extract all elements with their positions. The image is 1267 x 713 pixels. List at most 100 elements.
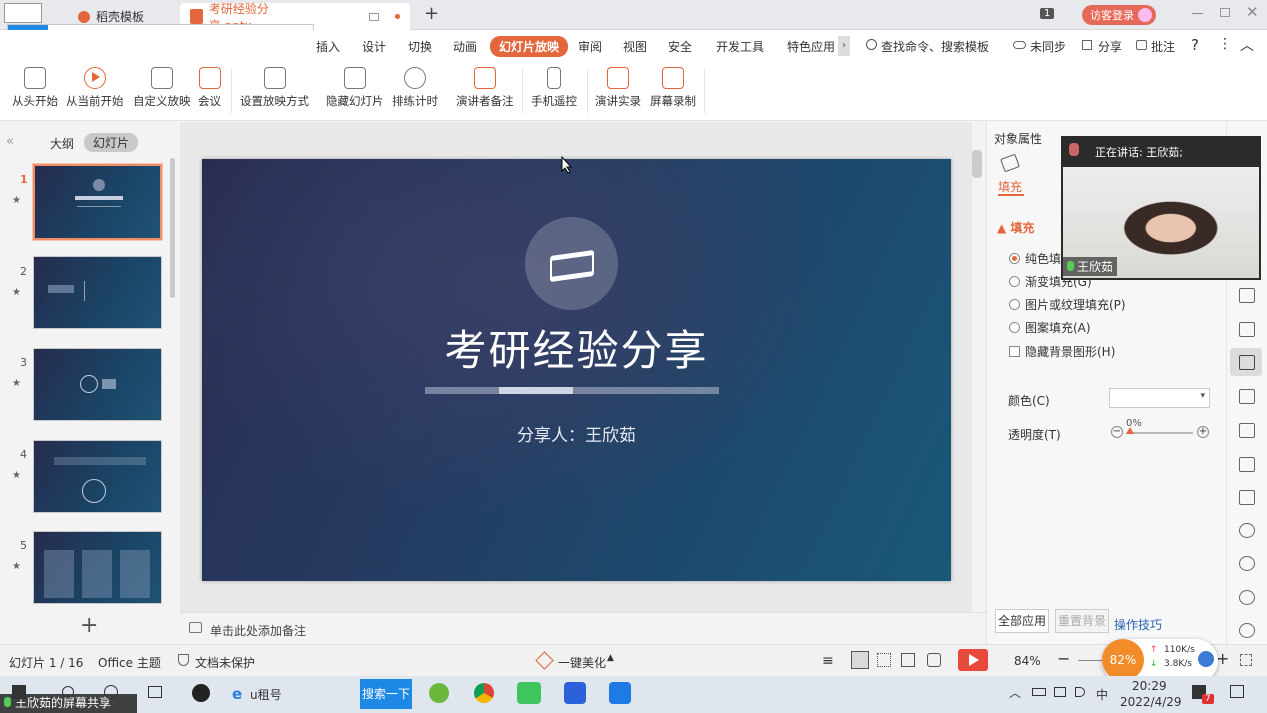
tab-developer[interactable]: 开发工具 bbox=[716, 38, 764, 55]
picture-fill-option[interactable]: 图片或纹理填充(P) bbox=[1009, 296, 1126, 313]
add-slide-button[interactable]: + bbox=[80, 613, 98, 638]
style-icon[interactable] bbox=[1239, 288, 1255, 303]
show-setup-button[interactable]: 设置放映方式 bbox=[240, 67, 309, 109]
video-call-overlay[interactable]: 正在讲话: 王欣茹; 王欣茹 bbox=[1061, 136, 1261, 280]
from-current-button[interactable]: 从当前开始 bbox=[66, 67, 124, 109]
record-lecture-button[interactable]: 演讲实录 bbox=[595, 67, 641, 109]
tab-transition[interactable]: 切换 bbox=[408, 38, 432, 55]
notes-view-icon[interactable]: ≡ bbox=[822, 653, 834, 669]
comment-button[interactable]: 批注 bbox=[1151, 38, 1175, 55]
tencent-meeting-icon[interactable] bbox=[609, 682, 631, 704]
notes-bar[interactable]: 单击此处添加备注 bbox=[180, 612, 986, 644]
windows-start-icon[interactable] bbox=[12, 685, 26, 699]
zoom-in-button[interactable]: + bbox=[1216, 649, 1229, 668]
restore-button[interactable] bbox=[1220, 8, 1230, 17]
current-slide[interactable]: 考研经验分享 分享人：王欣茹 bbox=[202, 159, 951, 581]
wps-icon[interactable] bbox=[564, 682, 586, 704]
transparency-plus-button[interactable]: + bbox=[1197, 426, 1209, 438]
box-icon[interactable] bbox=[1239, 457, 1255, 472]
browser-green-icon[interactable] bbox=[429, 683, 449, 703]
tab-animation[interactable]: 动画 bbox=[453, 38, 477, 55]
custom-show-button[interactable]: 自定义放映 bbox=[133, 67, 191, 109]
ribbon-more-icon[interactable]: › bbox=[838, 36, 850, 56]
tab-review[interactable]: 审阅 bbox=[578, 38, 602, 55]
play-slideshow-button[interactable] bbox=[958, 649, 988, 671]
pattern-fill-option[interactable]: 图案填充(A) bbox=[1009, 319, 1091, 336]
cortana-icon[interactable] bbox=[104, 685, 118, 699]
history-icon[interactable] bbox=[1239, 590, 1255, 605]
shield-icon[interactable] bbox=[1239, 556, 1255, 571]
share-button[interactable]: 分享 bbox=[1098, 38, 1122, 55]
rehearse-timing-button[interactable]: 排练计时 bbox=[392, 67, 438, 109]
beautify-dropdown-icon[interactable]: ▲ bbox=[607, 653, 614, 663]
clock-date[interactable]: 2022/4/29 bbox=[1120, 695, 1182, 709]
slide-thumbnail-3[interactable] bbox=[33, 348, 162, 421]
network-icon[interactable] bbox=[1054, 687, 1066, 697]
vertical-scrollbar[interactable] bbox=[972, 150, 982, 178]
phone-remote-button[interactable]: 手机遥控 bbox=[531, 67, 577, 109]
screen-record-button[interactable]: 屏幕录制 bbox=[650, 67, 696, 109]
audio-icon[interactable] bbox=[1239, 523, 1255, 538]
presenter-view-icon[interactable] bbox=[927, 653, 941, 667]
transparency-minus-button[interactable]: − bbox=[1111, 426, 1123, 438]
slides-tab[interactable]: 幻灯片 bbox=[84, 133, 139, 152]
volume-icon[interactable] bbox=[1075, 687, 1085, 697]
close-button[interactable]: ✕ bbox=[1246, 3, 1259, 21]
chrome-icon[interactable] bbox=[474, 683, 494, 703]
chart-icon[interactable] bbox=[1239, 322, 1255, 337]
theme-name[interactable]: Office 主题 bbox=[98, 654, 161, 671]
tab-design[interactable]: 设计 bbox=[362, 38, 386, 55]
outline-tab[interactable]: 大纲 bbox=[50, 135, 74, 152]
slide-thumbnail-2[interactable] bbox=[33, 256, 162, 329]
beautify-button[interactable]: 一键美化 bbox=[558, 654, 606, 671]
zoom-level[interactable]: 84% bbox=[1014, 654, 1041, 668]
presenter-text[interactable]: 分享人：王欣茹 bbox=[202, 421, 951, 446]
slide-thumbnail-4[interactable] bbox=[33, 440, 162, 513]
wechat-icon[interactable] bbox=[517, 682, 541, 704]
new-tab-button[interactable]: + bbox=[424, 3, 439, 24]
collapse-panel-icon[interactable]: « bbox=[6, 134, 14, 149]
tray-expand-icon[interactable]: ︿ bbox=[1009, 684, 1021, 701]
tips-link[interactable]: 操作技巧 bbox=[1114, 616, 1162, 633]
hide-slide-button[interactable]: 隐藏幻灯片 bbox=[326, 67, 384, 109]
tab-slideshow[interactable]: 幻灯片放映 bbox=[490, 36, 569, 57]
battery-icon[interactable] bbox=[1032, 688, 1046, 696]
properties-header[interactable]: 对象属性 bbox=[994, 130, 1042, 147]
image-icon[interactable] bbox=[1239, 490, 1255, 505]
reset-background-button[interactable]: 重置背景 bbox=[1055, 609, 1109, 633]
minimize-button[interactable] bbox=[1192, 13, 1203, 14]
tab-features[interactable]: 特色应用 bbox=[787, 38, 835, 55]
protection-status[interactable]: 文档未保护 bbox=[195, 654, 255, 671]
action-center-icon[interactable] bbox=[1230, 685, 1244, 698]
properties-icon[interactable] bbox=[1239, 355, 1255, 370]
fill-tab[interactable]: 填充 bbox=[998, 178, 1022, 195]
command-search[interactable]: 查找命令、搜索模板 bbox=[881, 38, 989, 55]
slide-thumbnail-1[interactable] bbox=[33, 164, 162, 240]
clock-time[interactable]: 20:29 bbox=[1132, 679, 1167, 693]
sync-status[interactable]: 未同步 bbox=[1030, 38, 1066, 55]
from-start-button[interactable]: 从头开始 bbox=[12, 67, 58, 109]
collapse-ribbon-icon[interactable]: ︿ bbox=[1240, 35, 1254, 55]
fit-window-icon[interactable] bbox=[1240, 654, 1252, 666]
apply-all-button[interactable]: 全部应用 bbox=[995, 609, 1049, 633]
export-icon[interactable] bbox=[1239, 423, 1255, 438]
tab-security[interactable]: 安全 bbox=[668, 38, 692, 55]
panel-scrollbar[interactable] bbox=[170, 158, 175, 298]
ie-window-title[interactable]: u租号 bbox=[250, 686, 282, 703]
sorter-view-icon[interactable] bbox=[877, 653, 891, 667]
help-circle-icon[interactable] bbox=[1239, 623, 1255, 638]
color-dropdown[interactable]: ▾ bbox=[1109, 388, 1210, 408]
ime-indicator[interactable]: 中 bbox=[1096, 686, 1108, 703]
reading-view-icon[interactable] bbox=[901, 653, 915, 667]
search-button[interactable]: 搜索一下 bbox=[360, 679, 412, 709]
hide-background-checkbox[interactable]: 隐藏背景图形(H) bbox=[1009, 343, 1115, 360]
login-button[interactable]: 访客登录 bbox=[1082, 5, 1156, 25]
screen-icon[interactable] bbox=[369, 12, 380, 21]
more-menu-icon[interactable]: ⋮ bbox=[1218, 36, 1232, 52]
slide-title[interactable]: 考研经验分享 bbox=[202, 317, 951, 378]
zoom-out-button[interactable]: − bbox=[1057, 649, 1070, 668]
pinwheel-app-icon[interactable] bbox=[192, 684, 210, 702]
fill-section-title[interactable]: ▲ 填充 bbox=[997, 219, 1034, 236]
window-number-badge[interactable]: 1 bbox=[1040, 8, 1055, 19]
tab-insert[interactable]: 插入 bbox=[316, 38, 340, 55]
